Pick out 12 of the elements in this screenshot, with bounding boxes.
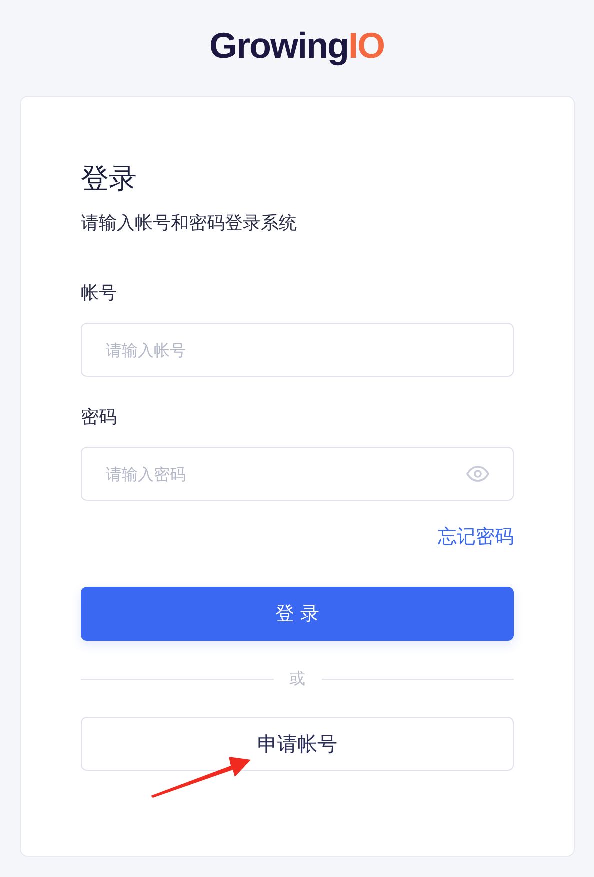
forgot-password-link[interactable]: 忘记密码 <box>438 523 514 551</box>
field-label: 帐号 <box>81 282 117 306</box>
account-field[interactable]: 请输入帐号 <box>81 323 514 377</box>
apply-account-button[interactable]: 申请帐号 <box>81 717 514 771</box>
eye-icon[interactable] <box>466 466 490 482</box>
logo: GrowingIO <box>209 24 384 68</box>
subtitle: 请输入帐号和密码登录系统 <box>81 212 298 236</box>
page-title: 登录 <box>81 161 138 197</box>
divider-text: 或 <box>290 668 306 690</box>
field-label: 密码 <box>81 406 117 430</box>
password-field[interactable]: 请输入密码 <box>81 447 514 501</box>
login-button[interactable]: 登 录 <box>81 587 514 641</box>
